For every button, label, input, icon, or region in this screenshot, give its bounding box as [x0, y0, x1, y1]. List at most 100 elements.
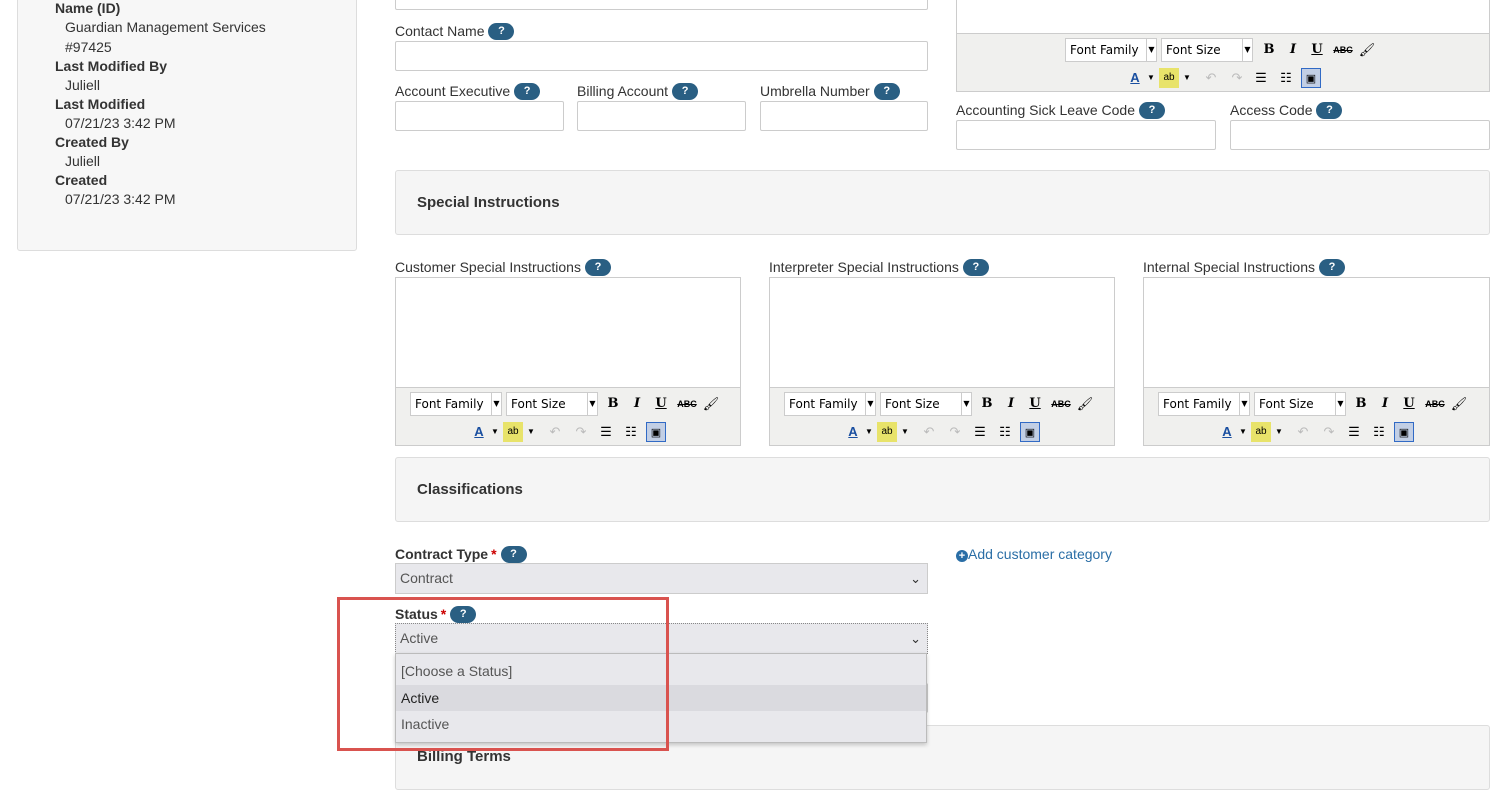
dropdown-arrow-icon[interactable]: ▼	[1141, 68, 1161, 88]
special-instructions-title: Special Instructions	[417, 194, 560, 211]
clear-format-icon[interactable]: 🖌	[1075, 394, 1095, 414]
access-code-label: Access Code?	[1230, 101, 1343, 120]
font-family-select[interactable]: Font Family ▼	[410, 392, 502, 416]
italic-icon[interactable]: I	[1375, 394, 1395, 414]
internal-special-instructions-editor[interactable]: Font Family ▼ Font Size ▼ B I U ABC 🖌 A ▼ …	[1143, 277, 1490, 446]
italic-icon[interactable]: I	[1283, 40, 1303, 60]
created-by-label: Created By	[55, 134, 129, 150]
help-icon[interactable]: ?	[672, 82, 699, 100]
bullet-list-icon[interactable]: ☰	[970, 422, 990, 442]
dropdown-arrow-icon[interactable]: ▼	[859, 422, 879, 442]
undo-icon[interactable]: ↶	[545, 422, 565, 442]
font-family-text: Font Family	[1163, 397, 1232, 411]
dropdown-arrow-icon[interactable]: ▼	[1233, 422, 1253, 442]
bullet-list-icon[interactable]: ☰	[596, 422, 616, 442]
numbered-list-icon[interactable]: ☷	[995, 422, 1015, 442]
help-icon[interactable]: ?	[1139, 101, 1165, 119]
bold-icon[interactable]: B	[977, 394, 997, 414]
strikethrough-icon[interactable]: ABC	[677, 394, 697, 414]
bullet-list-icon[interactable]: ☰	[1344, 422, 1364, 442]
top-field-input[interactable]	[395, 0, 928, 10]
umbrella-number-input[interactable]	[760, 101, 928, 131]
account-executive-label: Account Executive?	[395, 82, 541, 101]
font-family-select[interactable]: Font Family ▼	[1065, 38, 1157, 62]
bold-icon[interactable]: B	[1259, 40, 1279, 60]
font-size-text: Font Size	[511, 397, 566, 411]
paste-text-icon[interactable]: ▣	[1394, 422, 1414, 442]
clear-format-icon[interactable]: 🖌	[1357, 40, 1377, 60]
dropdown-arrow-icon[interactable]: ▼	[485, 422, 505, 442]
font-size-select[interactable]: Font Size ▼	[1254, 392, 1346, 416]
numbered-list-icon[interactable]: ☷	[621, 422, 641, 442]
paste-text-icon[interactable]: ▣	[1020, 422, 1040, 442]
underline-icon[interactable]: U	[651, 394, 671, 414]
required-marker: *	[491, 546, 497, 562]
notes-editor[interactable]: Font Family ▼ Font Size ▼ B I U ABC 🖌 A ▼ …	[956, 0, 1490, 92]
font-family-text: Font Family	[415, 397, 484, 411]
help-icon[interactable]: ?	[514, 82, 541, 100]
strikethrough-icon[interactable]: ABC	[1425, 394, 1445, 414]
numbered-list-icon[interactable]: ☷	[1276, 68, 1296, 88]
dropdown-arrow-icon: ▼	[961, 393, 971, 415]
bullet-list-icon[interactable]: ☰	[1251, 68, 1271, 88]
customer-special-instructions-editor[interactable]: Font Family ▼ Font Size ▼ B I U ABC 🖌 A ▼ …	[395, 277, 741, 446]
font-size-select[interactable]: Font Size ▼	[506, 392, 598, 416]
contract-type-select[interactable]: Contract ⌄	[395, 563, 928, 594]
redo-icon[interactable]: ↷	[1227, 68, 1247, 88]
special-instructions-section: Special Instructions	[395, 170, 1490, 235]
help-icon[interactable]: ?	[500, 545, 527, 563]
underline-icon[interactable]: U	[1399, 394, 1419, 414]
numbered-list-icon[interactable]: ☷	[1369, 422, 1389, 442]
umbrella-number-label: Umbrella Number?	[760, 82, 900, 101]
bold-icon[interactable]: B	[1351, 394, 1371, 414]
accounting-sick-leave-label: Accounting Sick Leave Code?	[956, 101, 1165, 120]
undo-icon[interactable]: ↶	[1201, 68, 1221, 88]
accounting-sick-leave-input[interactable]	[956, 120, 1216, 150]
last-modified-value: 07/21/23 3:42 PM	[65, 115, 176, 131]
redo-icon[interactable]: ↷	[1319, 422, 1339, 442]
undo-icon[interactable]: ↶	[919, 422, 939, 442]
dropdown-arrow-icon[interactable]: ▼	[1177, 68, 1197, 88]
help-icon[interactable]: ?	[584, 258, 611, 276]
paste-text-icon[interactable]: ▣	[1301, 68, 1321, 88]
chevron-down-icon: ⌄	[910, 631, 921, 646]
redo-icon[interactable]: ↷	[945, 422, 965, 442]
dropdown-arrow-icon[interactable]: ▼	[1269, 422, 1289, 442]
italic-icon[interactable]: I	[1001, 394, 1021, 414]
paste-text-icon[interactable]: ▣	[646, 422, 666, 442]
highlight-color-icon[interactable]: ab	[1159, 68, 1179, 88]
help-icon[interactable]: ?	[1318, 258, 1345, 276]
font-family-select[interactable]: Font Family ▼	[1158, 392, 1250, 416]
highlight-color-icon[interactable]: ab	[1251, 422, 1271, 442]
help-icon[interactable]: ?	[1316, 101, 1343, 119]
billing-account-input[interactable]	[577, 101, 746, 131]
contact-name-input[interactable]	[395, 41, 928, 71]
font-family-select[interactable]: Font Family ▼	[784, 392, 876, 416]
font-size-select[interactable]: Font Size ▼	[880, 392, 972, 416]
help-icon[interactable]: ?	[488, 22, 515, 40]
strikethrough-icon[interactable]: ABC	[1333, 40, 1353, 60]
account-executive-input[interactable]	[395, 101, 564, 131]
underline-icon[interactable]: U	[1307, 40, 1327, 60]
editor-toolbar: Font Family ▼ Font Size ▼ B I U ABC 🖌 A ▼ …	[770, 387, 1114, 445]
dropdown-arrow-icon: ▼	[587, 393, 597, 415]
classifications-section: Classifications	[395, 457, 1490, 522]
italic-icon[interactable]: I	[627, 394, 647, 414]
dropdown-arrow-icon[interactable]: ▼	[895, 422, 915, 442]
interpreter-special-instructions-editor[interactable]: Font Family ▼ Font Size ▼ B I U ABC 🖌 A ▼ …	[769, 277, 1115, 446]
help-icon[interactable]: ?	[873, 82, 900, 100]
highlight-color-icon[interactable]: ab	[503, 422, 523, 442]
clear-format-icon[interactable]: 🖌	[701, 394, 721, 414]
add-customer-category-link[interactable]: + Add customer category	[956, 546, 1112, 562]
font-size-select[interactable]: Font Size ▼	[1161, 38, 1253, 62]
access-code-input[interactable]	[1230, 120, 1490, 150]
redo-icon[interactable]: ↷	[571, 422, 591, 442]
highlight-color-icon[interactable]: ab	[877, 422, 897, 442]
underline-icon[interactable]: U	[1025, 394, 1045, 414]
bold-icon[interactable]: B	[603, 394, 623, 414]
help-icon[interactable]: ?	[962, 258, 989, 276]
dropdown-arrow-icon[interactable]: ▼	[521, 422, 541, 442]
clear-format-icon[interactable]: 🖌	[1449, 394, 1469, 414]
undo-icon[interactable]: ↶	[1293, 422, 1313, 442]
strikethrough-icon[interactable]: ABC	[1051, 394, 1071, 414]
